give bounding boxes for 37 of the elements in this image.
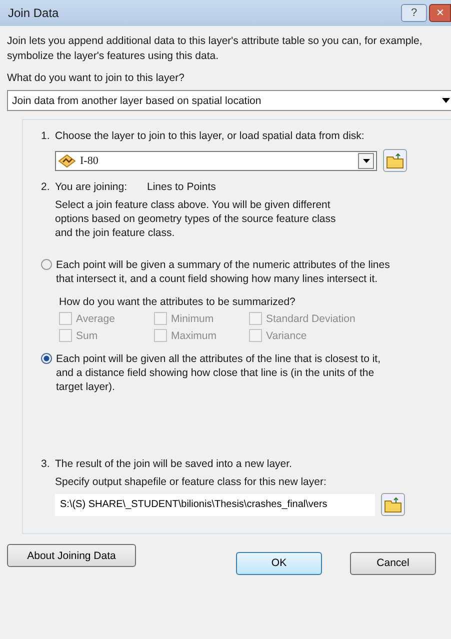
help-button[interactable]: ? xyxy=(401,4,427,22)
ok-button[interactable]: OK xyxy=(236,552,322,574)
caret-icon xyxy=(362,158,370,162)
radio-button[interactable] xyxy=(41,259,52,270)
checkbox-label: Variance xyxy=(266,330,307,342)
step-label: You are joining: xyxy=(55,180,128,195)
step-label: Choose the layer to join to this layer, or load spatial data from disk: xyxy=(55,129,364,144)
checkbox-label: Maximum xyxy=(171,330,217,342)
window-title: Join Data xyxy=(8,6,59,20)
intro-text: Join lets you append additional data to this layer's attribute table so you can, for example, symbolize the layer's features using this data. xyxy=(7,34,424,64)
radio-button[interactable] xyxy=(41,353,52,364)
cancel-button[interactable]: Cancel xyxy=(350,552,436,574)
output-path-field[interactable]: S:\(S) SHARE\_STUDENT\bilionis\Thesis\crashes_final\vers xyxy=(55,494,375,516)
step-number: 2. xyxy=(41,180,51,195)
checkbox-label: Standard Deviation xyxy=(266,312,356,324)
option-text: Each point will be given a summary of the numeric attributes of the lines that intersect it, and a count field showing how many lines intersect it. xyxy=(56,258,391,286)
caret-icon xyxy=(442,98,450,103)
checkbox-label: Sum xyxy=(76,330,98,342)
help-text: Select a join feature class above. You will be given different options based on geometry types of the source feature class and the join feature class. xyxy=(55,198,337,240)
output-label: Specify output shapefile or feature class for this new layer: xyxy=(55,476,328,488)
step-number: 1. xyxy=(41,129,51,144)
checkbox-label: Average xyxy=(76,312,115,324)
about-button[interactable]: About Joining Data xyxy=(7,544,136,567)
join-type-dropdown[interactable]: Join data from another layer based on spatial location xyxy=(7,90,451,111)
join-kind-text: Lines to Points xyxy=(147,180,216,195)
layer-dropdown[interactable]: I-80 xyxy=(55,150,377,170)
open-folder-button[interactable] xyxy=(381,493,405,516)
step-number: 3. xyxy=(41,457,51,472)
step-label: The result of the join will be saved into a new layer. xyxy=(55,457,292,472)
checkbox-label: Minimum xyxy=(171,312,214,324)
line-layer-icon xyxy=(58,154,76,168)
open-folder-button[interactable] xyxy=(383,149,407,172)
summary-question: How do you want the attributes to be summarized? xyxy=(59,296,296,308)
close-button[interactable]: ✕ xyxy=(429,4,451,22)
join-question: What do you want to join to this layer? xyxy=(7,72,186,84)
option-text: Each point will be given all the attributes of the line that is closest to it, and a distance field showing how close that line is (in the units of the target layer). xyxy=(56,352,382,394)
dropdown-button[interactable] xyxy=(358,152,374,168)
